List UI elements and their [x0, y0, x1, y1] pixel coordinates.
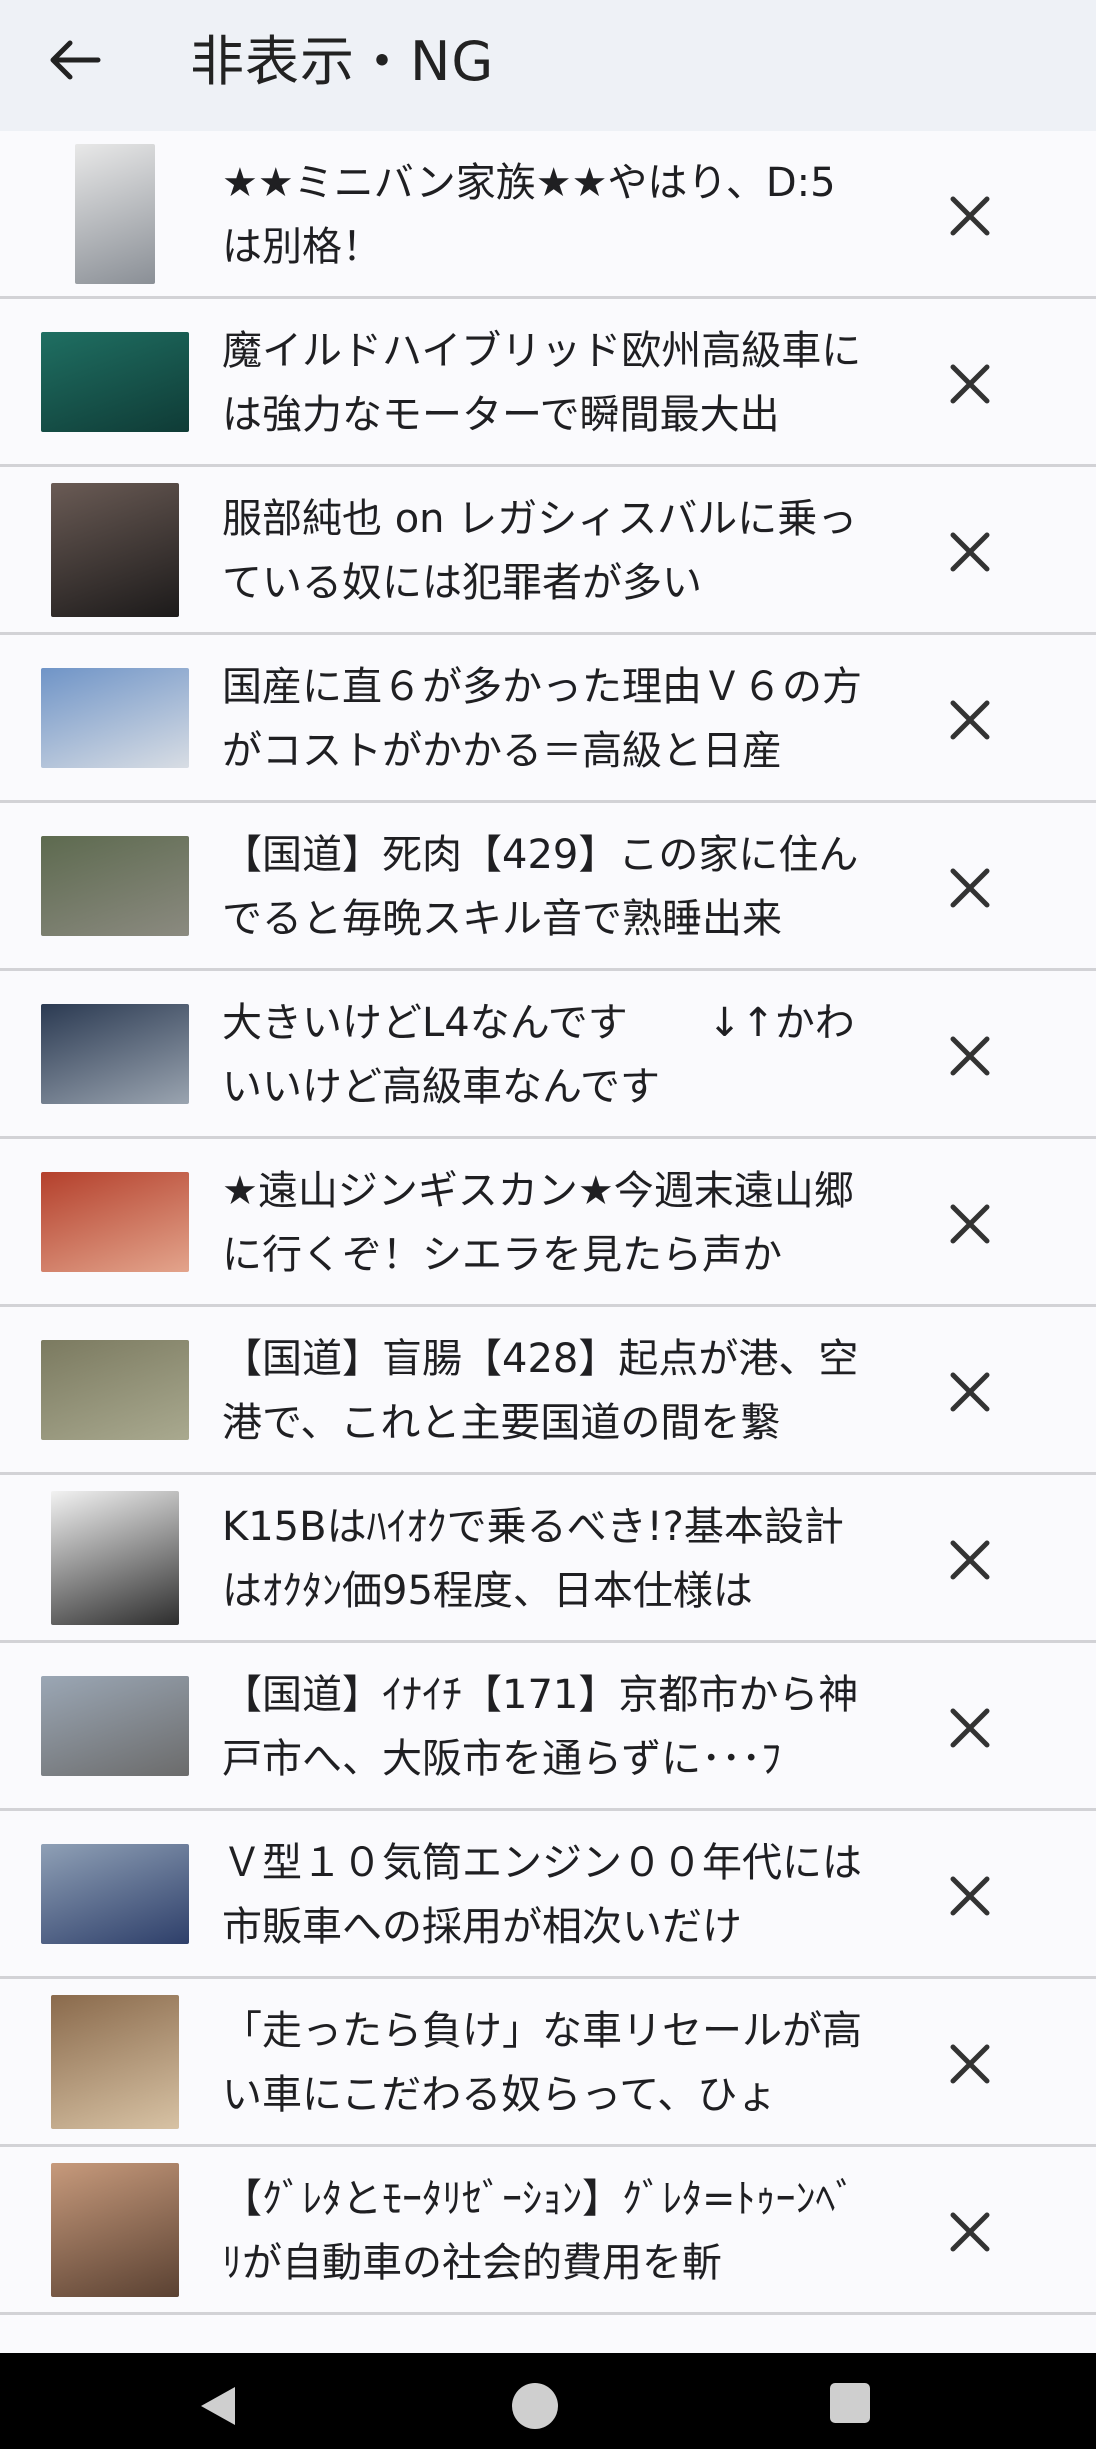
close-x-icon	[950, 532, 990, 572]
thumbnail-image	[75, 144, 155, 284]
close-x-icon	[950, 1372, 990, 1412]
thumbnail-engine-part	[40, 1491, 190, 1625]
remove-button[interactable]	[935, 1693, 1005, 1763]
thumbnail-portrait-photo	[40, 483, 190, 617]
item-title: K15Bはﾊｲｵｸで乗るべき!?基本設計はｵｸﾀﾝ価95程度、日本仕様は	[222, 1504, 844, 1614]
item-title: 魔イルドハイブリッド欧州高級車には強力なモーターで瞬間最大出	[222, 328, 862, 438]
thumbnail-image	[41, 836, 189, 936]
thumbnail-image	[41, 1844, 189, 1944]
thumbnail-manga-panels	[40, 144, 190, 284]
thumbnail-white-car-fuji	[40, 651, 190, 785]
list-item[interactable]: ★★ミニバン家族★★やはり、D:5は別格！	[0, 131, 1096, 299]
remove-button[interactable]	[935, 1357, 1005, 1427]
thumbnail-person-shirt	[40, 1995, 190, 2129]
list-item[interactable]: 大きいけどL4なんです ↓↑かわいいけど高級車なんです	[0, 971, 1096, 1139]
nav-home-circle-icon[interactable]	[512, 2383, 558, 2429]
list-item[interactable]: Ｖ型１０気筒エンジン００年代には市販車への採用が相次いだけ	[0, 1811, 1096, 1979]
item-title: ★遠山ジンギスカン★今週末遠山郷に行くぞ！シエラを見たら声か	[222, 1168, 854, 1278]
list-item[interactable]: 魔イルドハイブリッド欧州高級車には強力なモーターで瞬間最大出	[0, 299, 1096, 467]
nav-back-triangle-icon[interactable]	[195, 2383, 241, 2429]
thumbnail-image	[41, 668, 189, 768]
list-item[interactable]: ★遠山ジンギスカン★今週末遠山郷に行くぞ！シエラを見たら声か	[0, 1139, 1096, 1307]
remove-button[interactable]	[935, 1861, 1005, 1931]
thumbnail-image	[41, 1340, 189, 1440]
remove-button[interactable]	[935, 853, 1005, 923]
arrow-left-icon	[50, 40, 101, 80]
list-item[interactable]: 【国道】死肉【429】この家に住んでると毎晩スキル音で熟睡出来	[0, 803, 1096, 971]
list-item[interactable]: 【国道】ｲﾅｲﾁ【171】京都市から神戸市へ、大阪市を通らずに･･･ﾌ	[0, 1643, 1096, 1811]
item-title: Ｖ型１０気筒エンジン００年代には市販車への採用が相次いだけ	[222, 1840, 862, 1950]
thumbnail-aerial-village	[40, 819, 190, 953]
close-x-icon	[950, 1540, 990, 1580]
nav-recent-square-icon[interactable]	[830, 2383, 870, 2423]
thumbnail-girl-portrait	[40, 2163, 190, 2297]
thumbnail-image	[51, 1995, 179, 2129]
remove-button[interactable]	[935, 517, 1005, 587]
close-x-icon	[950, 868, 990, 908]
close-x-icon	[950, 1708, 990, 1748]
hidden-items-list: ★★ミニバン家族★★やはり、D:5は別格！ 魔イルドハイブリッド欧州高級車には強力…	[0, 131, 1096, 2315]
thumbnail-image	[41, 1172, 189, 1272]
thumbnail-image	[51, 2163, 179, 2297]
list-item[interactable]: K15Bはﾊｲｵｸで乗るべき!?基本設計はｵｸﾀﾝ価95程度、日本仕様は	[0, 1475, 1096, 1643]
remove-button[interactable]	[935, 2197, 1005, 2267]
close-x-icon	[950, 1036, 990, 1076]
close-x-icon	[950, 2044, 990, 2084]
page-title: 非表示・NG	[190, 30, 495, 93]
item-title: 国産に直６が多かった理由Ｖ６の方がコストがかかる＝高級と日産	[222, 664, 862, 774]
list-item[interactable]: 【ｸﾞﾚﾀとﾓｰﾀﾘｾﾞｰｼｮﾝ】ｸﾞﾚﾀ=ﾄｩｰﾝﾍﾞﾘが自動車の社会的費用を…	[0, 2147, 1096, 2315]
thumbnail-grilled-meat	[40, 1155, 190, 1289]
remove-button[interactable]	[935, 2029, 1005, 2099]
thumbnail-image	[51, 483, 179, 617]
thumbnail-blue-coupe	[40, 1827, 190, 1961]
list-item[interactable]: 国産に直６が多かった理由Ｖ６の方がコストがかかる＝高級と日産	[0, 635, 1096, 803]
thumbnail-image	[41, 332, 189, 432]
item-title: 【国道】盲腸【428】起点が港、空港で、これと主要国道の間を繋	[222, 1336, 859, 1446]
thumbnail-image	[51, 1491, 179, 1625]
back-button[interactable]	[40, 25, 110, 95]
item-title: 大きいけどL4なんです ↓↑かわいいけど高級車なんです	[222, 1000, 855, 1110]
app-bar: 非表示・NG	[0, 0, 1096, 131]
close-x-icon	[950, 1204, 990, 1244]
system-nav-bar	[0, 2353, 1096, 2449]
thumbnail-green-sedan	[40, 315, 190, 449]
thumbnail-image	[41, 1676, 189, 1776]
close-x-icon	[950, 1876, 990, 1916]
item-title: ★★ミニバン家族★★やはり、D:5は別格！	[222, 160, 836, 270]
item-title: 【国道】死肉【429】この家に住んでると毎晩スキル音で熟睡出来	[222, 832, 859, 942]
thumbnail-road-tunnel	[40, 1323, 190, 1457]
close-x-icon	[950, 364, 990, 404]
remove-button[interactable]	[935, 1021, 1005, 1091]
list-item[interactable]: 【国道】盲腸【428】起点が港、空港で、これと主要国道の間を繋	[0, 1307, 1096, 1475]
remove-button[interactable]	[935, 1525, 1005, 1595]
remove-button[interactable]	[935, 1189, 1005, 1259]
remove-button[interactable]	[935, 181, 1005, 251]
item-title: 【国道】ｲﾅｲﾁ【171】京都市から神戸市へ、大阪市を通らずに･･･ﾌ	[222, 1672, 859, 1782]
item-title: 「走ったら負け」な車リセールが高い車にこだわる奴らって、ひょ	[222, 2008, 862, 2118]
item-title: 服部純也 on レガシィスバルに乗っている奴には犯罪者が多い	[222, 496, 858, 606]
item-title: 【ｸﾞﾚﾀとﾓｰﾀﾘｾﾞｰｼｮﾝ】ｸﾞﾚﾀ=ﾄｩｰﾝﾍﾞﾘが自動車の社会的費用を…	[222, 2176, 856, 2286]
list-item[interactable]: 「走ったら負け」な車リセールが高い車にこだわる奴らって、ひょ	[0, 1979, 1096, 2147]
thumbnail-road-skyline	[40, 1659, 190, 1793]
close-x-icon	[950, 700, 990, 740]
thumbnail-image	[41, 1004, 189, 1104]
close-x-icon	[950, 196, 990, 236]
close-x-icon	[950, 2212, 990, 2252]
thumbnail-silver-luxury-car	[40, 987, 190, 1121]
list-item[interactable]: 服部純也 on レガシィスバルに乗っている奴には犯罪者が多い	[0, 467, 1096, 635]
remove-button[interactable]	[935, 685, 1005, 755]
remove-button[interactable]	[935, 349, 1005, 419]
